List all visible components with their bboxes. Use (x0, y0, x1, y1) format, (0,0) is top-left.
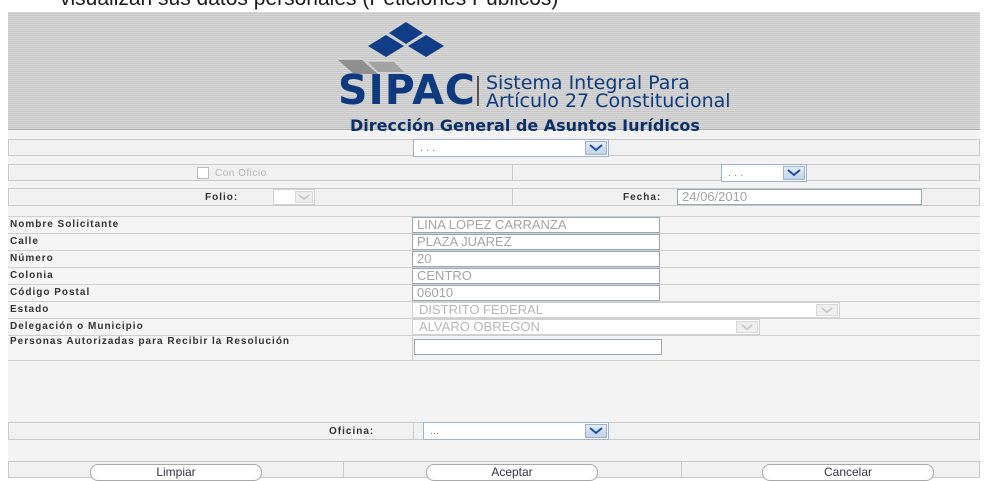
type-select[interactable]: . . . (413, 139, 609, 157)
chevron-down-icon (585, 141, 607, 155)
accept-button[interactable]: Aceptar (426, 464, 598, 481)
oficina-label: Oficina: (329, 426, 375, 437)
clear-button[interactable]: Limpiar (90, 464, 262, 481)
folio-select[interactable] (273, 189, 315, 205)
request-form: . . . Con Oficio . . . Folio: Fecha: 24/… (8, 131, 980, 481)
brand-name: SIPAC (338, 66, 476, 114)
field-label: Código Postal (10, 287, 91, 298)
colonia-input[interactable]: CENTRO (412, 268, 660, 284)
chevron-down-icon (736, 321, 758, 333)
field-row-estado: Estado DISTRITO FEDERAL (8, 301, 980, 318)
field-row-colonia: Colonia CENTRO (8, 267, 980, 284)
field-label: Nombre Solicitante (10, 219, 120, 230)
nombre-input[interactable]: LINA LOPEZ CARRANZA (412, 217, 660, 233)
fecha-input[interactable]: 24/06/2010 (677, 189, 922, 205)
field-label: Personas Autorizadas para Recibir la Res… (10, 336, 291, 347)
numero-input[interactable]: 20 (412, 251, 660, 267)
estado-select[interactable]: DISTRITO FEDERAL (412, 302, 840, 318)
chevron-down-icon (783, 166, 805, 180)
oficina-select[interactable]: ... (423, 422, 609, 440)
brand-divider (477, 76, 479, 106)
field-row-nombre: Nombre Solicitante LINA LOPEZ CARRANZA (8, 216, 980, 233)
folio-label: Folio: (205, 192, 239, 203)
chevron-down-icon (585, 424, 607, 438)
field-label: Estado (10, 304, 50, 315)
con-oficio-label: Con Oficio (215, 168, 267, 179)
chevron-down-icon (295, 191, 313, 203)
oficio-row: Con Oficio . . . (8, 164, 980, 182)
field-row-autorizadas: Personas Autorizadas para Recibir la Res… (8, 335, 980, 361)
right-select[interactable]: . . . (721, 164, 807, 182)
field-row-municipio: Delegación o Municipio ALVARO OBREGON (8, 318, 980, 335)
page-caption: visualizan sus datos personales (Peticio… (60, 0, 558, 11)
fecha-label: Fecha: (623, 192, 662, 203)
field-row-cp: Código Postal 06010 (8, 284, 980, 301)
header-banner: SIPAC Sistema Integral Para Artículo 27 … (8, 12, 980, 134)
calle-input[interactable]: PLAZA JUAREZ (412, 234, 660, 250)
type-select-value: . . . (420, 142, 436, 154)
field-label: Delegación o Municipio (10, 321, 144, 332)
con-oficio-checkbox[interactable] (197, 167, 209, 179)
right-select-value: . . . (728, 167, 744, 179)
estado-value: DISTRITO FEDERAL (419, 302, 544, 317)
chevron-down-icon (816, 304, 838, 316)
top-select-row: . . . (8, 139, 980, 157)
municipio-value: ALVARO OBREGON (419, 319, 540, 334)
field-label: Calle (10, 236, 39, 247)
system-title-line2: Artículo 27 Constitucional (486, 90, 731, 112)
oficina-row: Oficina: ... (8, 422, 980, 440)
folio-fecha-row: Folio: Fecha: 24/06/2010 (8, 188, 980, 206)
cancel-button[interactable]: Cancelar (762, 464, 934, 481)
field-label: Colonia (10, 270, 54, 281)
municipio-select[interactable]: ALVARO OBREGON (412, 319, 760, 335)
field-row-numero: Número 20 (8, 250, 980, 267)
oficina-value: ... (430, 425, 440, 437)
autorizadas-input[interactable] (414, 339, 662, 355)
field-label: Número (10, 253, 54, 264)
field-row-calle: Calle PLAZA JUAREZ (8, 233, 980, 250)
codigo-postal-input[interactable]: 06010 (412, 285, 660, 301)
